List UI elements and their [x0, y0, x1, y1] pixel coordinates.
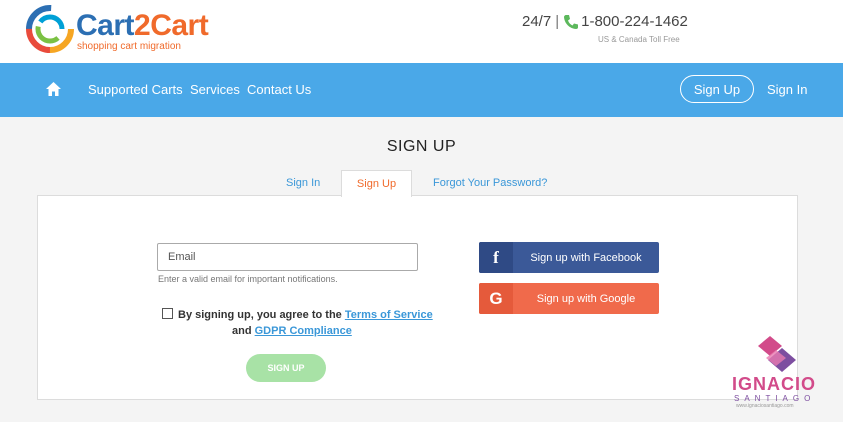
cart2cart-swirl-icon: [26, 5, 74, 53]
logo-word-cart: Cart: [76, 9, 135, 42]
google-signup-button[interactable]: G Sign up with Google: [479, 283, 659, 314]
toll-free-note: US & Canada Toll Free: [598, 35, 680, 44]
logo-word-two: 2: [134, 9, 151, 42]
home-icon[interactable]: [46, 82, 61, 101]
ignacio-santiago-watermark: IGNACIO SANTIAGO www.ignaciosantiago.com: [728, 336, 836, 414]
email-input[interactable]: [157, 243, 418, 271]
tab-sign-in[interactable]: Sign In: [286, 177, 320, 189]
agree-terms: By signing up, you agree to the Terms of…: [162, 307, 433, 323]
logo-wordmark: Cart2Cart: [76, 9, 209, 42]
email-hint: Enter a valid email for important notifi…: [158, 274, 338, 284]
nav-contact-us[interactable]: Contact Us: [247, 82, 311, 97]
watermark-url: www.ignaciosantiago.com: [736, 403, 794, 409]
watermark-sub: SANTIAGO: [734, 394, 816, 403]
support-hours: 24/7: [522, 13, 552, 30]
agree-and: and: [232, 325, 252, 337]
watermark-logo-icon: [758, 336, 796, 372]
support-phone: 24/7 | 1-800-224-1462: [522, 13, 688, 30]
support-separator: |: [555, 13, 560, 30]
facebook-icon: f: [479, 242, 513, 273]
tab-sign-up[interactable]: Sign Up: [341, 170, 412, 197]
facebook-signup-button[interactable]: f Sign up with Facebook: [479, 242, 659, 273]
nav-sign-in-link[interactable]: Sign In: [767, 82, 807, 97]
google-icon: G: [479, 283, 513, 314]
support-phone-number[interactable]: 1-800-224-1462: [581, 13, 688, 30]
site-header: Cart2Cart shopping cart migration 24/7 |…: [0, 0, 843, 63]
watermark-name: IGNACIO: [732, 374, 817, 394]
phone-icon: [564, 14, 579, 29]
agree-prefix: By signing up, you agree to the: [178, 309, 342, 321]
nav-sign-up-button[interactable]: Sign Up: [680, 75, 754, 103]
cart2cart-logo[interactable]: Cart2Cart shopping cart migration: [26, 5, 209, 55]
facebook-signup-label: Sign up with Facebook: [530, 251, 642, 264]
google-signup-label: Sign up with Google: [536, 292, 636, 305]
terms-of-service-link[interactable]: Terms of Service: [345, 309, 433, 321]
nav-services[interactable]: Services: [190, 82, 240, 97]
logo-tagline: shopping cart migration: [77, 41, 181, 52]
agree-checkbox[interactable]: [162, 308, 173, 319]
agree-terms-line2: and GDPR Compliance: [232, 323, 352, 339]
nav-supported-carts[interactable]: Supported Carts: [88, 82, 183, 97]
sign-up-submit-button[interactable]: SIGN UP: [246, 354, 326, 382]
page-title: SIGN UP: [386, 138, 457, 155]
main-nav: Supported Carts Services Contact Us Sign…: [0, 63, 843, 117]
gdpr-compliance-link[interactable]: GDPR Compliance: [255, 325, 352, 337]
tab-forgot-password[interactable]: Forgot Your Password?: [433, 177, 547, 189]
signup-panel: Enter a valid email for important notifi…: [37, 195, 798, 400]
logo-word-cart-2: Cart: [150, 9, 209, 42]
